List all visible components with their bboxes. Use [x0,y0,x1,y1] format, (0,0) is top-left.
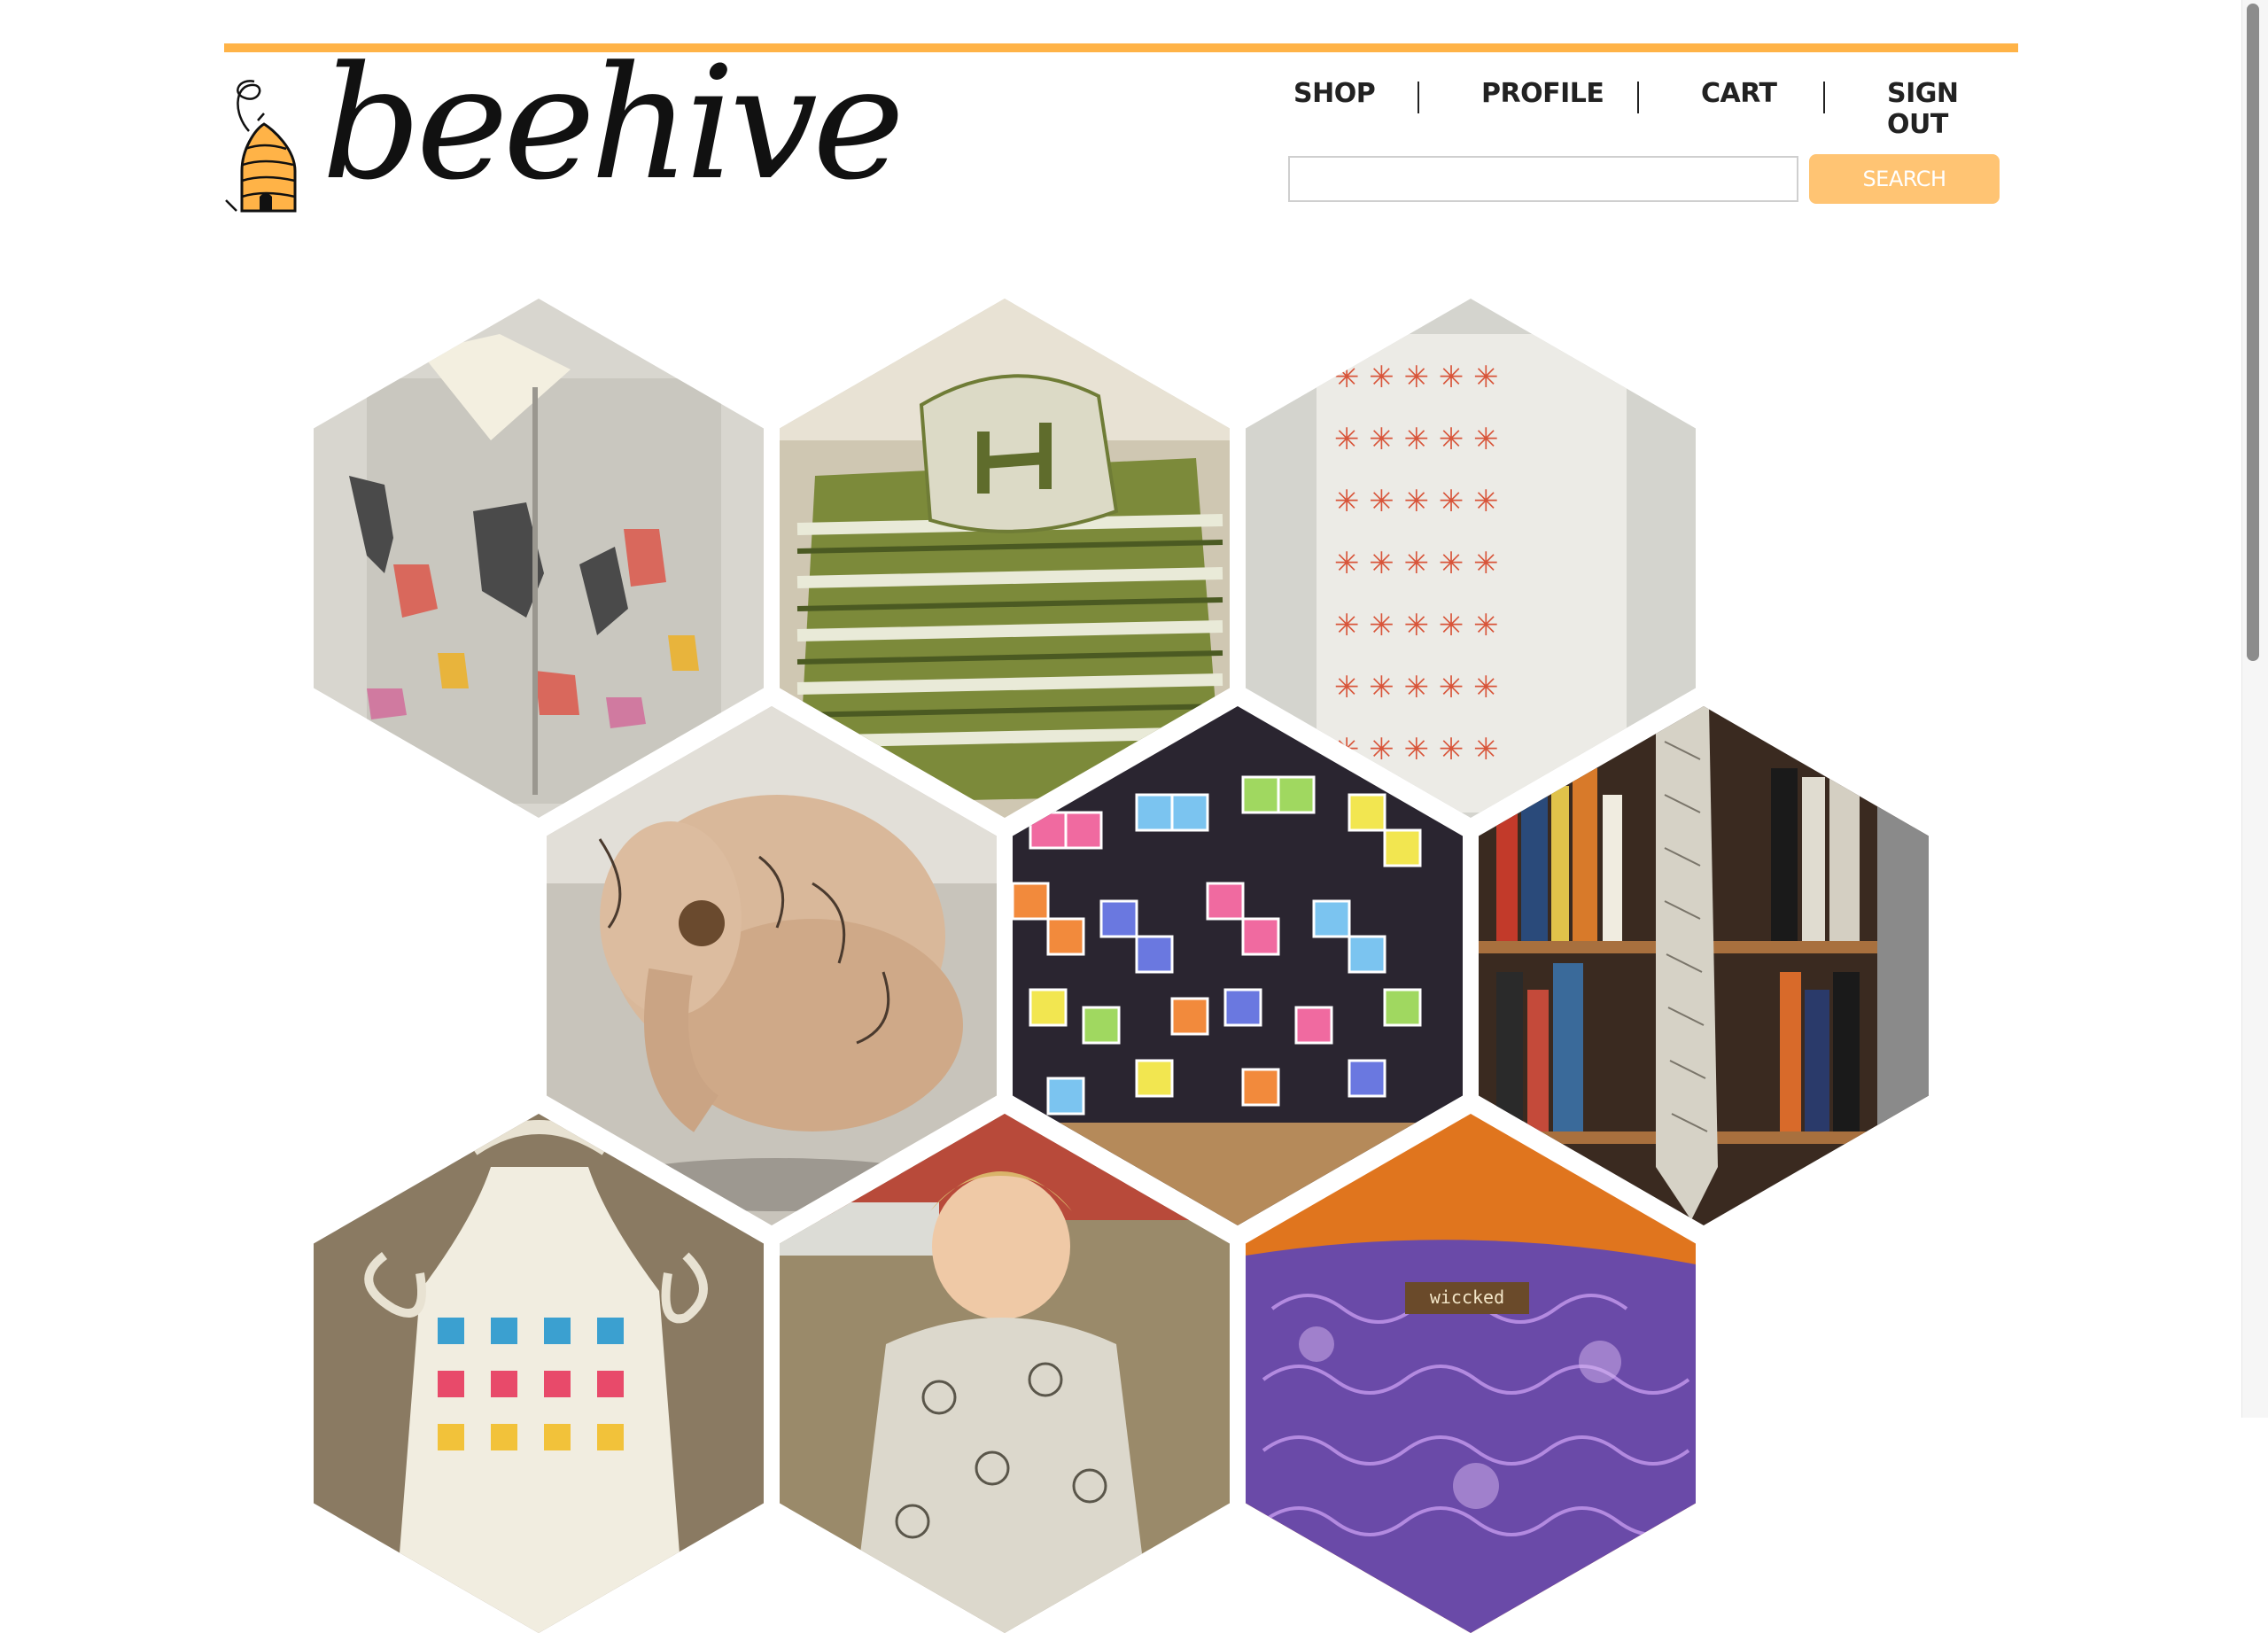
search-button[interactable]: SEARCH [1809,154,2000,204]
product-tile-tetris-fabric[interactable] [1013,706,1463,1225]
nav-sign-out-link[interactable]: SIGN OUT [1887,78,2020,140]
product-tile-tie-bookshelf[interactable] [1479,706,1929,1225]
nav-profile-link[interactable]: PROFILE [1481,78,1604,109]
tie-bookshelf-image [1479,706,1929,1225]
nav-shop-link[interactable]: SHOP [1293,78,1376,109]
product-tile-elephant[interactable] [547,706,997,1225]
tetris-fabric-image [1013,706,1463,1225]
apron-image [314,1114,764,1633]
svg-text:✳ ✳ ✳ ✳ ✳: ✳ ✳ ✳ ✳ ✳ [1334,732,1499,767]
svg-text:✳ ✳ ✳ ✳ ✳: ✳ ✳ ✳ ✳ ✳ [1334,484,1499,519]
product-tile-purple-pillow[interactable]: wiccked [1246,1114,1696,1633]
nav-cart-link[interactable]: CART [1701,78,1777,109]
logo-wordmark: beehive [322,33,905,214]
nav-divider [1418,82,1419,113]
nav-divider [1637,82,1639,113]
product-tile-apron[interactable] [314,1114,764,1633]
nav-divider [1823,82,1825,113]
main-nav: SHOP PROFILE CART SIGN OUT [1276,78,2020,140]
product-tile-deer-book[interactable] [314,299,764,818]
toddler-shirt-image [780,1114,1230,1633]
product-tile-star-fabric[interactable]: ✳ ✳ ✳ ✳ ✳ ✳ ✳ ✳ ✳ ✳ ✳ ✳ ✳ ✳ ✳ ✳ ✳ ✳ ✳ ✳ … [1246,299,1696,818]
svg-text:✳ ✳ ✳ ✳ ✳: ✳ ✳ ✳ ✳ ✳ [1334,608,1499,643]
deer-book-image [314,299,764,818]
purple-pillow-image: wiccked [1246,1114,1696,1633]
svg-text:✳ ✳ ✳ ✳ ✳: ✳ ✳ ✳ ✳ ✳ [1334,360,1499,395]
beehive-icon [225,80,297,213]
pillow-tag-label: wiccked [1430,1287,1504,1308]
armchair-image [780,299,1230,818]
svg-text:✳ ✳ ✳ ✳ ✳: ✳ ✳ ✳ ✳ ✳ [1334,670,1499,705]
beehive-logo[interactable]: beehive [224,46,905,229]
search-input[interactable] [1288,156,1798,202]
scrollbar-thumb[interactable] [2247,4,2259,661]
star-fabric-image: ✳ ✳ ✳ ✳ ✳ ✳ ✳ ✳ ✳ ✳ ✳ ✳ ✳ ✳ ✳ ✳ ✳ ✳ ✳ ✳ … [1246,299,1696,818]
product-tile-toddler-shirt[interactable] [780,1114,1230,1633]
product-tile-armchair[interactable] [780,299,1230,818]
svg-text:✳ ✳ ✳ ✳ ✳: ✳ ✳ ✳ ✳ ✳ [1334,546,1499,581]
elephant-image [547,706,997,1225]
svg-text:✳ ✳ ✳ ✳ ✳: ✳ ✳ ✳ ✳ ✳ [1334,422,1499,457]
